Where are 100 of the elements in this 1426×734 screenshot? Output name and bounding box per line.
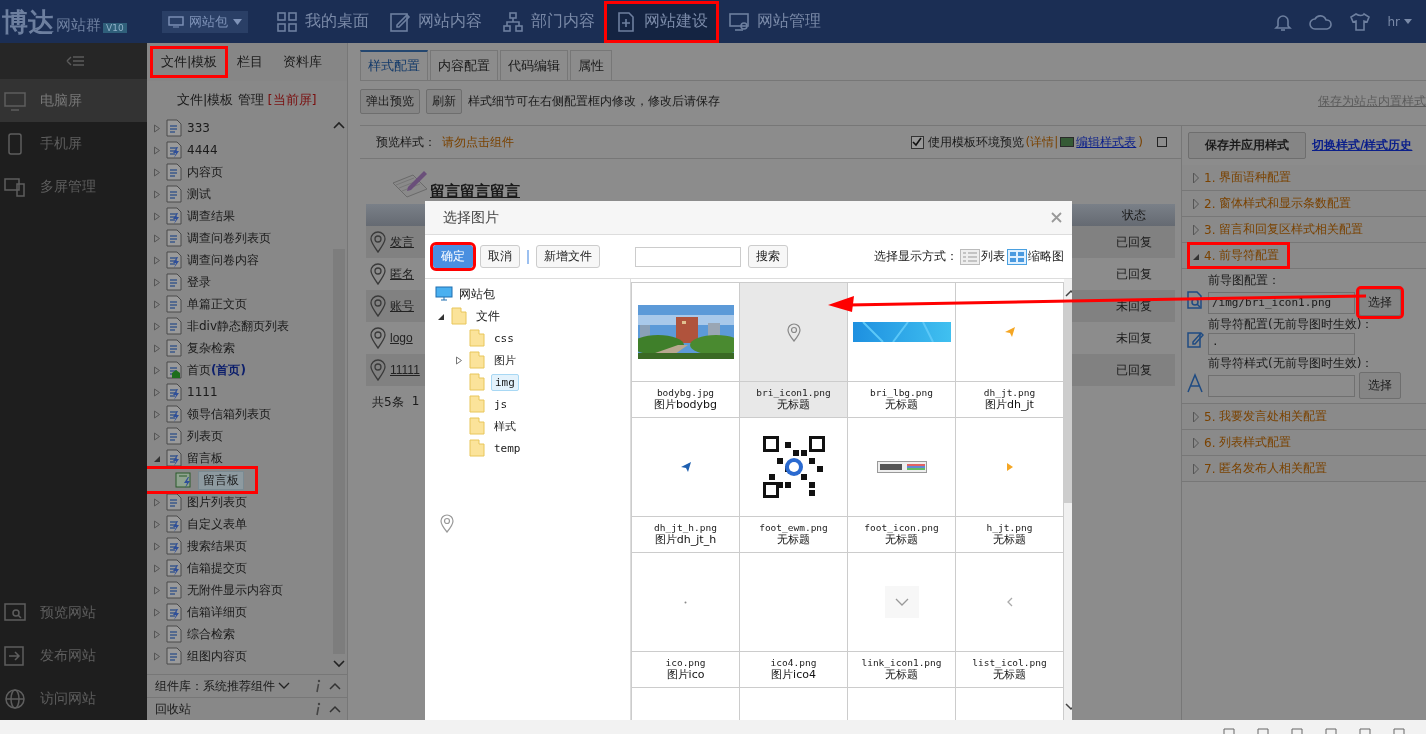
tree-item[interactable]: 4444 — [187, 143, 218, 157]
message-link[interactable]: 账号 — [390, 297, 414, 315]
tree-item[interactable]: 复杂检索 — [187, 339, 235, 357]
tray-icon[interactable] — [1358, 726, 1372, 734]
tree-item[interactable]: 无附件显示内容页 — [187, 581, 283, 599]
tree-item[interactable]: 组图内容页 — [187, 647, 247, 665]
sidebar-item[interactable]: 访问网站 — [0, 677, 147, 720]
image-tile[interactable]: bri_icon1.png 无标题 — [740, 282, 848, 417]
dialog-button[interactable]: 确定 — [433, 245, 473, 268]
view-option[interactable]: 缩略图 — [1007, 248, 1064, 265]
text-field[interactable]: · — [1208, 333, 1355, 355]
tree-item[interactable]: 1111 — [187, 385, 218, 399]
tree-item[interactable]: js — [491, 396, 511, 412]
text-field[interactable]: /img/bri_icon1.png — [1208, 291, 1355, 314]
tree-item[interactable]: 搜索结果页 — [187, 537, 247, 555]
search-field[interactable] — [635, 246, 741, 267]
save-apply-button[interactable]: 保存并应用样式 — [1188, 132, 1306, 159]
collapse-up-icon[interactable] — [329, 705, 341, 713]
scroll-up-icon[interactable] — [333, 121, 345, 129]
panel-tab[interactable]: 资料库 — [275, 49, 331, 75]
tab[interactable]: 样式配置 — [360, 50, 428, 80]
tree-item[interactable]: 测试 — [187, 185, 211, 203]
tray-icon[interactable] — [1222, 726, 1236, 734]
choose-button[interactable]: 选择 — [1359, 372, 1401, 399]
collapse-up-icon[interactable] — [329, 682, 341, 690]
dialog-button[interactable]: 新增文件 — [536, 245, 600, 268]
tree-item[interactable]: 自定义表单 — [187, 515, 247, 533]
image-tile[interactable]: foot_icon.png 无标题 — [848, 417, 956, 552]
tree-item[interactable]: 图片 — [491, 351, 519, 369]
sidebar-item[interactable]: 电脑屏 — [0, 79, 147, 122]
sidebar-item[interactable]: 预览网站 — [0, 591, 147, 634]
tree-item[interactable]: 登录 — [187, 273, 211, 291]
tray-icon[interactable] — [1392, 726, 1406, 734]
checkbox[interactable] — [910, 135, 924, 149]
panel-tab[interactable]: 栏目 — [229, 49, 272, 75]
tree-item[interactable]: 样式 — [491, 417, 519, 435]
nav-item[interactable]: 部门内容 — [494, 3, 603, 40]
image-tile[interactable]: bodybg.jpg 图片bodybg — [632, 282, 740, 417]
tree-item[interactable]: 调查问卷内容 — [187, 251, 259, 269]
image-tile[interactable]: bri_lbg.png 无标题 — [848, 282, 956, 417]
shirt-icon[interactable] — [1349, 11, 1372, 32]
scroll-down-icon[interactable] — [333, 660, 345, 668]
message-link[interactable]: 发言 — [390, 233, 414, 251]
info-icon[interactable] — [315, 702, 321, 716]
tree-item[interactable]: 文件 — [473, 306, 503, 326]
tree-item[interactable]: 留言板 — [187, 449, 223, 467]
board-title[interactable]: 留言留言留言 — [430, 182, 520, 201]
panel-tab[interactable]: 文件|模板 — [153, 49, 226, 75]
maximize-button[interactable] — [1157, 137, 1167, 147]
tab[interactable]: 内容配置 — [430, 50, 498, 80]
search-button[interactable]: 搜索 — [748, 245, 788, 268]
sidebar-item[interactable]: 手机屏 — [0, 122, 147, 165]
image-tile[interactable]: ico4.png 图片ico4 — [740, 552, 848, 687]
style-history-link[interactable]: 切换样式/样式历史 — [1312, 137, 1413, 154]
cloud-icon[interactable] — [1309, 12, 1334, 31]
tree-item[interactable]: 非div静态翻页列表 — [187, 317, 290, 335]
nav-item[interactable]: 网站建设 — [607, 3, 716, 40]
tree-item[interactable]: 留言板 — [198, 470, 244, 490]
image-tile[interactable]: ico.png 图片ico — [632, 552, 740, 687]
tab[interactable]: 代码编辑 — [500, 50, 568, 80]
tree-item[interactable]: 综合检索 — [187, 625, 235, 643]
tree-item[interactable]: 信箱详细页 — [187, 603, 247, 621]
stylesheet-link[interactable]: 编辑样式表 — [1076, 133, 1137, 151]
toolbar-button[interactable]: 弹出预览 — [360, 88, 420, 114]
sidebar-item[interactable]: 发布网站 — [0, 634, 147, 677]
nav-item[interactable]: 网站内容 — [381, 3, 490, 40]
close-icon[interactable] — [1051, 212, 1062, 223]
choose-button[interactable]: 选择 — [1359, 289, 1401, 316]
details-link[interactable]: (详情| — [1025, 133, 1059, 151]
message-link[interactable]: 11111 — [390, 363, 420, 377]
tree-item[interactable]: css — [491, 330, 517, 346]
nav-item[interactable]: 网站管理 — [720, 3, 829, 40]
tree-item[interactable]: 333 — [187, 121, 210, 135]
text-field[interactable] — [1208, 374, 1355, 397]
message-link[interactable]: 匿名 — [390, 265, 414, 283]
image-tile[interactable]: dh_jt_h.png 图片dh_jt_h — [632, 417, 740, 552]
view-option[interactable]: 列表 — [960, 248, 1005, 265]
site-dropdown[interactable]: 网站包 — [162, 10, 248, 33]
tree-item[interactable]: 领导信箱列表页 — [187, 405, 271, 423]
user-menu[interactable]: hr — [1387, 14, 1412, 29]
tree-item[interactable]: 调查结果 — [187, 207, 235, 225]
panel-section-header[interactable]: 回收站 — [155, 700, 191, 718]
chevron-down-icon[interactable] — [278, 682, 290, 690]
sidebar-item[interactable]: 多屏管理 — [0, 165, 147, 208]
toolbar-button[interactable]: 刷新 — [426, 88, 462, 114]
tree-item[interactable]: 列表页 — [187, 427, 223, 445]
tray-icon[interactable] — [1256, 726, 1270, 734]
tree-item[interactable]: 调查问卷列表页 — [187, 229, 271, 247]
message-link[interactable]: logo — [390, 331, 413, 345]
tree-item[interactable]: 图片列表页 — [187, 493, 247, 511]
tab[interactable]: 属性 — [570, 50, 612, 80]
tree-item[interactable]: 内容页 — [187, 163, 223, 181]
tray-icon[interactable] — [1324, 726, 1338, 734]
image-tile[interactable]: foot_ewm.png 无标题 — [740, 417, 848, 552]
info-icon[interactable] — [315, 679, 321, 693]
tree-item[interactable]: 信箱提交页 — [187, 559, 247, 577]
tray-icon[interactable] — [1290, 726, 1304, 734]
tree-item[interactable]: 单篇正文页 — [187, 295, 247, 313]
tree-item[interactable]: img — [491, 373, 519, 391]
dialog-button[interactable]: 取消 — [480, 245, 520, 268]
